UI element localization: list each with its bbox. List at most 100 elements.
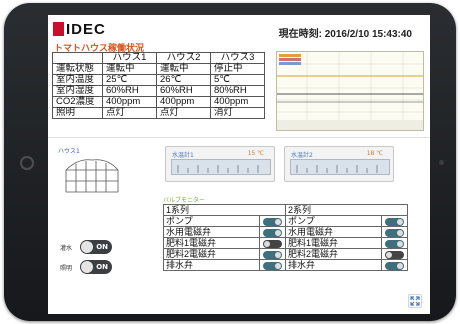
- irrigation-label: 灌水: [60, 244, 73, 252]
- valve-monitor-title: バルブモニター: [163, 197, 206, 204]
- trend-chart-plot: [277, 52, 423, 130]
- valve-label: 水用電磁弁: [163, 226, 260, 238]
- valve-label: 肥料2電磁弁: [285, 248, 382, 260]
- status-cell: 点灯: [156, 107, 211, 119]
- valve-switch[interactable]: [259, 226, 286, 238]
- status-cell: 運転中: [156, 63, 211, 75]
- toggle-knob: [81, 241, 93, 253]
- status-row: CO2濃度 400ppm 400ppm 400ppm: [52, 96, 265, 108]
- status-cell: 400ppm: [210, 96, 265, 108]
- valve-toggle[interactable]: [385, 217, 404, 226]
- gauge-scale: [171, 159, 271, 175]
- valve-switch[interactable]: [381, 248, 408, 260]
- status-header-house1: ハウス1: [102, 52, 157, 64]
- valve-switch[interactable]: [259, 215, 286, 227]
- valve-label: 肥料2電磁弁: [163, 248, 260, 260]
- status-cell: 26℃: [156, 74, 211, 86]
- greenhouse-icon: [62, 156, 122, 200]
- valve-toggle[interactable]: [385, 261, 404, 270]
- status-header-blank: [52, 52, 103, 64]
- valve-switch[interactable]: [381, 226, 408, 238]
- gauge-label: 水温計2: [291, 152, 313, 159]
- valve-switch[interactable]: [381, 259, 408, 271]
- status-cell: 80%RH: [210, 85, 265, 97]
- valve-row: 肥料2電磁弁 肥料2電磁弁: [163, 248, 408, 260]
- valve-switch[interactable]: [259, 237, 286, 249]
- lighting-toggle[interactable]: ON: [80, 260, 112, 274]
- valve-label: 水用電磁弁: [285, 226, 382, 238]
- valve-row: 水用電磁弁 水用電磁弁: [163, 226, 408, 238]
- valve-row: ポンプ ポンプ: [163, 215, 408, 227]
- legend-swatch: [279, 54, 301, 57]
- status-row: 室内湿度 60%RH 60%RH 80%RH: [52, 85, 265, 97]
- valve-toggle[interactable]: [263, 250, 282, 259]
- lighting-label: 照明: [60, 264, 73, 272]
- valve-switch[interactable]: [381, 215, 408, 227]
- current-time: 現在時刻: 2016/2/10 15:43:40: [278, 29, 412, 40]
- status-header-row: ハウス1 ハウス2 ハウス3: [52, 52, 265, 64]
- irrigation-toggle[interactable]: ON: [80, 240, 112, 254]
- valve-switch[interactable]: [259, 248, 286, 260]
- lighting-control: 照明 ON: [60, 260, 112, 274]
- expand-button[interactable]: [408, 294, 422, 308]
- valve-label: 排水弁: [163, 259, 260, 271]
- gauge-value: 15 ℃: [247, 150, 264, 157]
- gauge-scale: [290, 159, 390, 175]
- valve-toggle[interactable]: [385, 250, 404, 259]
- valve-row: 排水弁 排水弁: [163, 259, 408, 271]
- status-cell: 停止中: [210, 63, 265, 75]
- status-cell: CO2濃度: [52, 96, 103, 108]
- valve-series-2-header: 2系列: [285, 204, 408, 216]
- status-cell: 400ppm: [156, 96, 211, 108]
- status-cell: 点灯: [102, 107, 157, 119]
- valve-label: ポンプ: [285, 215, 382, 227]
- status-cell: 60%RH: [156, 85, 211, 97]
- valve-header-row: 1系列 2系列: [163, 204, 408, 216]
- status-row: 照明 点灯 点灯 消灯: [52, 107, 265, 119]
- status-cell: 消灯: [210, 107, 265, 119]
- status-cell: 5℃: [210, 74, 265, 86]
- camera-dot: [439, 160, 444, 165]
- section-divider: [48, 137, 430, 138]
- water-temp-gauge-2: 水温計2 18 ℃: [284, 146, 394, 182]
- trend-chart[interactable]: [276, 51, 424, 131]
- toggle-knob: [81, 261, 93, 273]
- idec-logo: IDEC: [53, 21, 106, 38]
- toggle-state: ON: [96, 263, 108, 271]
- valve-row: 肥料1電磁弁 肥料1電磁弁: [163, 237, 408, 249]
- valve-label: ポンプ: [163, 215, 260, 227]
- toggle-state: ON: [96, 243, 108, 251]
- status-row: 室内温度 25℃ 26℃ 5℃: [52, 74, 265, 86]
- valve-monitor-table: 1系列 2系列 ポンプ ポンプ 水用電磁弁 水用電磁弁 肥料1電磁弁 肥料1電磁…: [163, 204, 408, 271]
- home-button[interactable]: [20, 156, 34, 170]
- status-cell: 運転状態: [52, 63, 103, 75]
- status-cell: 照明: [52, 107, 103, 119]
- tablet-frame: IDEC 現在時刻: 2016/2/10 15:43:40 トマトハウス稼働状況…: [4, 3, 456, 321]
- status-row: 運転状態 運転中 運転中 停止中: [52, 63, 265, 75]
- status-cell: 室内湿度: [52, 85, 103, 97]
- valve-toggle[interactable]: [385, 239, 404, 248]
- valve-toggle[interactable]: [263, 217, 282, 226]
- status-header-house2: ハウス2: [156, 52, 211, 64]
- status-cell: 400ppm: [102, 96, 157, 108]
- status-cell: 25℃: [102, 74, 157, 86]
- house-status-table: ハウス1 ハウス2 ハウス3 運転状態 運転中 運転中 停止中 室内温度 25℃…: [52, 52, 265, 119]
- status-cell: 60%RH: [102, 85, 157, 97]
- house-panel-title: ハウス1: [58, 148, 80, 155]
- legend-swatch: [279, 62, 301, 65]
- valve-toggle[interactable]: [263, 239, 282, 248]
- valve-label: 肥料1電磁弁: [163, 237, 260, 249]
- status-cell: 室内温度: [52, 74, 103, 86]
- status-header-house3: ハウス3: [210, 52, 265, 64]
- dashboard-screen: IDEC 現在時刻: 2016/2/10 15:43:40 トマトハウス稼働状況…: [48, 15, 430, 314]
- valve-switch[interactable]: [381, 237, 408, 249]
- legend-swatch: [279, 58, 301, 61]
- valve-toggle[interactable]: [263, 261, 282, 270]
- valve-toggle[interactable]: [263, 228, 282, 237]
- logo-mark: [53, 22, 64, 36]
- water-temp-gauge-1: 水温計1 15 ℃: [165, 146, 275, 182]
- status-cell: 運転中: [102, 63, 157, 75]
- time-axis: [277, 120, 423, 130]
- valve-toggle[interactable]: [385, 228, 404, 237]
- valve-switch[interactable]: [259, 259, 286, 271]
